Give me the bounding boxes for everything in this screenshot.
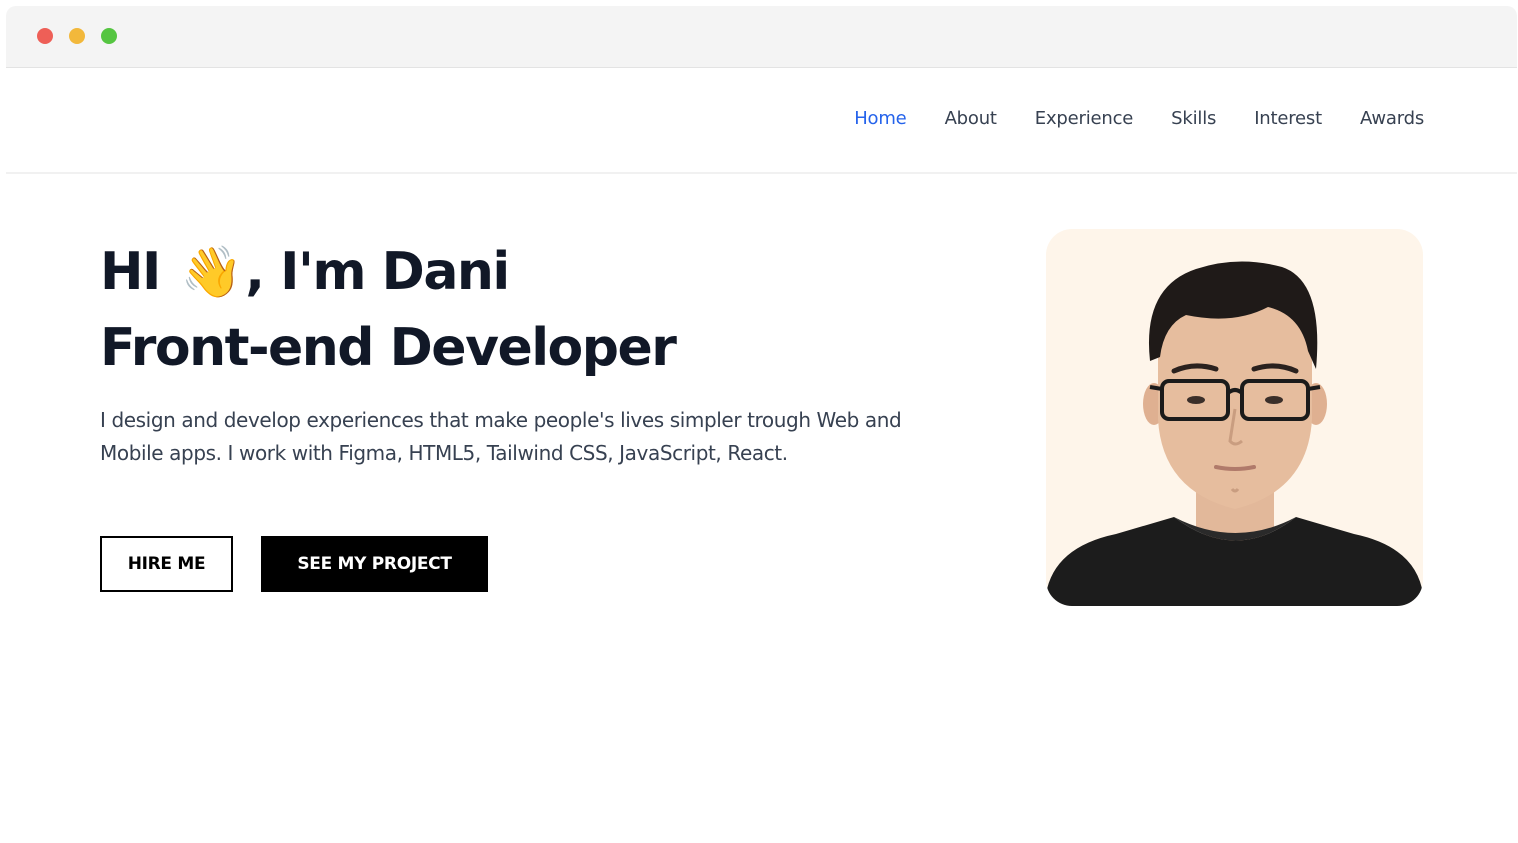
window-title-bar — [6, 6, 1517, 68]
nav-link-interest[interactable]: Interest — [1254, 108, 1322, 129]
maximize-window-dot[interactable] — [101, 28, 117, 44]
nav-link-experience[interactable]: Experience — [1035, 108, 1134, 129]
main-navbar: Home About Experience Skills Interest Aw… — [6, 68, 1517, 174]
waving-hand-icon: 👋 — [180, 243, 242, 301]
see-my-project-button[interactable]: SEE MY PROJECT — [261, 536, 488, 592]
minimize-window-dot[interactable] — [69, 28, 85, 44]
person-portrait-icon — [1046, 261, 1423, 606]
browser-window: Home About Experience Skills Interest Aw… — [6, 6, 1517, 843]
greeting-prefix: HI — [100, 242, 161, 302]
profile-photo — [1046, 229, 1423, 606]
greeting-name: , I'm Dani — [245, 242, 510, 302]
nav-link-about[interactable]: About — [945, 108, 997, 129]
nav-link-awards[interactable]: Awards — [1360, 108, 1424, 129]
hero-description: I design and develop experiences that ma… — [100, 408, 902, 465]
hero-role: Front-end Developer — [100, 318, 677, 378]
nav-link-home[interactable]: Home — [854, 108, 907, 129]
hire-me-button[interactable]: HIRE ME — [100, 536, 233, 592]
nav-link-skills[interactable]: Skills — [1171, 108, 1216, 129]
nav-links: Home About Experience Skills Interest Aw… — [854, 108, 1424, 129]
hero-heading: HI 👋, I'm Dani Front-end Developer — [100, 234, 677, 386]
close-window-dot[interactable] — [37, 28, 53, 44]
